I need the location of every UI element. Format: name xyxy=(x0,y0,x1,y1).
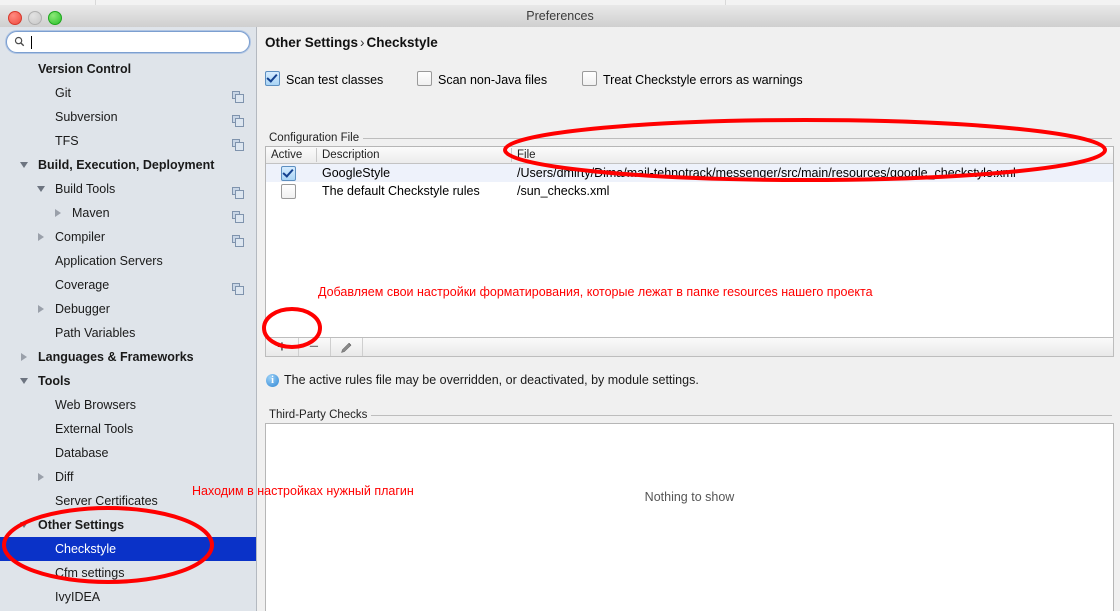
copy-settings-icon[interactable] xyxy=(232,91,244,103)
note-add-config: Добавляем свои настройки форматирования,… xyxy=(318,285,873,299)
info-icon: i xyxy=(266,374,279,387)
preferences-window: Preferences Version Control Git Subversion… xyxy=(0,0,1120,611)
search-input[interactable] xyxy=(6,31,250,53)
option-label: Scan non-Java files xyxy=(438,73,548,87)
sidebar-item-path-variables[interactable]: Path Variables xyxy=(0,321,256,345)
chevron-down-icon[interactable] xyxy=(20,378,28,384)
sidebar-item-ivyidea[interactable]: IvyIDEA xyxy=(0,585,256,609)
chevron-down-icon[interactable] xyxy=(20,162,28,168)
option-treat-checkstyle-errors-as-warnings[interactable]: Treat Checkstyle errors as warnings xyxy=(582,71,803,87)
sidebar-item-label: Build Tools xyxy=(55,182,116,196)
sidebar-item-label: TFS xyxy=(55,134,79,148)
chevron-right-icon[interactable] xyxy=(38,305,44,313)
sidebar-item-label: Git xyxy=(55,86,71,100)
sidebar-item-label: IvyIDEA xyxy=(55,590,101,604)
highlight-other-settings xyxy=(2,506,214,584)
sidebar-item-coverage[interactable]: Coverage xyxy=(0,273,256,297)
sidebar-item-label: Coverage xyxy=(55,278,110,292)
window-title: Preferences xyxy=(526,9,594,23)
sidebar-item-label: Subversion xyxy=(55,110,118,124)
checkbox[interactable] xyxy=(417,71,432,86)
sidebar-item-debugger[interactable]: Debugger xyxy=(0,297,256,321)
sidebar-item-subversion[interactable]: Subversion xyxy=(0,105,256,129)
sidebar-item-git[interactable]: Git xyxy=(0,81,256,105)
option-scan-test-classes[interactable]: Scan test classes xyxy=(265,71,383,87)
sidebar-item-label: Path Variables xyxy=(55,326,136,340)
checkbox[interactable] xyxy=(582,71,597,86)
chevron-right-icon[interactable] xyxy=(55,209,61,217)
row-description: The default Checkstyle rules xyxy=(322,184,480,198)
column-header-active[interactable]: Active xyxy=(271,147,302,163)
sidebar-item-web-browsers[interactable]: Web Browsers xyxy=(0,393,256,417)
group-divider xyxy=(369,415,1112,416)
sidebar-item-tfs[interactable]: TFS xyxy=(0,129,256,153)
option-label: Scan test classes xyxy=(286,73,384,87)
copy-settings-icon[interactable] xyxy=(232,283,244,295)
highlight-add-button xyxy=(262,307,322,349)
sidebar-item-label: Debugger xyxy=(55,302,110,316)
note-find-plugin: Находим в настройках нужный плагин xyxy=(192,484,414,498)
configuration-file-group-label: Configuration File xyxy=(265,132,364,144)
sidebar-item-maven[interactable]: Maven xyxy=(0,201,256,225)
breadcrumb: Other Settings › Checkstyle xyxy=(265,35,438,50)
sidebar-item-build-execution-deployment[interactable]: Build, Execution, Deployment xyxy=(0,153,256,177)
sidebar-item-label: Application Servers xyxy=(55,254,163,268)
text-caret xyxy=(31,36,32,49)
sidebar-item-build-tools[interactable]: Build Tools xyxy=(0,177,256,201)
option-label: Treat Checkstyle errors as warnings xyxy=(603,73,803,87)
row-active-checkbox[interactable] xyxy=(281,166,296,181)
row-active-checkbox[interactable] xyxy=(281,184,296,199)
column-divider[interactable] xyxy=(316,148,317,162)
sidebar-item-database[interactable]: Database xyxy=(0,441,256,465)
sidebar-item-label: Build, Execution, Deployment xyxy=(38,158,215,172)
copy-settings-icon[interactable] xyxy=(232,115,244,127)
copy-settings-icon[interactable] xyxy=(232,235,244,247)
sidebar-item-version-control[interactable]: Version Control xyxy=(0,57,256,81)
column-header-description[interactable]: Description xyxy=(322,147,380,163)
chevron-right-icon[interactable] xyxy=(21,353,27,361)
copy-settings-icon[interactable] xyxy=(232,211,244,223)
copy-settings-icon[interactable] xyxy=(232,139,244,151)
option-scan-non-java-files[interactable]: Scan non-Java files xyxy=(417,71,547,87)
sidebar-item-external-tools[interactable]: External Tools xyxy=(0,417,256,441)
edit-configuration-button[interactable] xyxy=(330,338,363,356)
chevron-right-icon[interactable] xyxy=(38,473,44,481)
sidebar-item-tools[interactable]: Tools xyxy=(0,369,256,393)
sidebar-item-label: Version Control xyxy=(38,62,132,76)
sidebar-item-label: External Tools xyxy=(55,422,134,436)
sidebar-item-label: Maven xyxy=(72,206,110,220)
breadcrumb-parent[interactable]: Other Settings xyxy=(265,35,358,50)
search-icon xyxy=(14,36,25,47)
sidebar-item-application-servers[interactable]: Application Servers xyxy=(0,249,256,273)
sidebar-item-label: Diff xyxy=(55,470,74,484)
sidebar-item-compiler[interactable]: Compiler xyxy=(0,225,256,249)
chevron-down-icon[interactable] xyxy=(37,186,45,192)
pencil-icon xyxy=(340,342,351,353)
info-message: The active rules file may be overridden,… xyxy=(284,373,699,387)
sidebar-item-label: Languages & Frameworks xyxy=(38,350,194,364)
row-description: GoogleStyle xyxy=(322,166,391,180)
breadcrumb-current: Checkstyle xyxy=(366,35,438,50)
search-field[interactable] xyxy=(6,31,250,53)
chevron-right-icon[interactable] xyxy=(38,233,44,241)
sidebar-item-label: Tools xyxy=(38,374,71,388)
sidebar-item-label: Database xyxy=(55,446,109,460)
configuration-file-toolbar: + − xyxy=(265,337,1114,357)
window-titlebar: Preferences xyxy=(0,5,1120,28)
sidebar-item-label: Compiler xyxy=(55,230,106,244)
third-party-checks-panel[interactable]: Nothing to show xyxy=(265,423,1114,611)
checkbox[interactable] xyxy=(265,71,280,86)
breadcrumb-separator: › xyxy=(360,35,365,50)
copy-settings-icon[interactable] xyxy=(232,187,244,199)
sidebar-item-languages-frameworks[interactable]: Languages & Frameworks xyxy=(0,345,256,369)
highlight-config-row xyxy=(503,118,1107,182)
sidebar-item-label: Web Browsers xyxy=(55,398,137,412)
third-party-group-label: Third-Party Checks xyxy=(265,409,372,421)
